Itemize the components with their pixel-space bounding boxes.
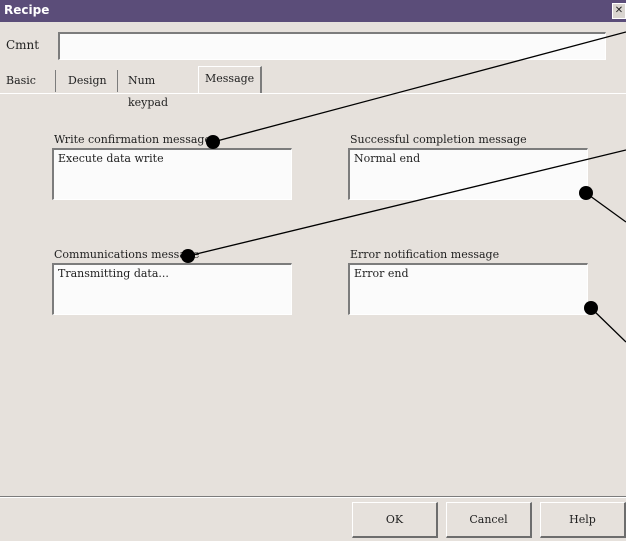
cancel-button[interactable]: Cancel [446,502,532,538]
ok-button[interactable]: OK [352,502,438,538]
callout-line [212,31,626,143]
button-bar-divider [0,496,626,498]
callout-dot [206,135,220,149]
help-button[interactable]: Help [540,502,626,538]
callout-dot [579,186,593,200]
callout-leaders [187,31,626,343]
callout-line [187,149,626,257]
callout-dot [584,301,598,315]
callout-line [585,192,626,223]
callout-line [590,307,626,343]
callout-dot [181,249,195,263]
